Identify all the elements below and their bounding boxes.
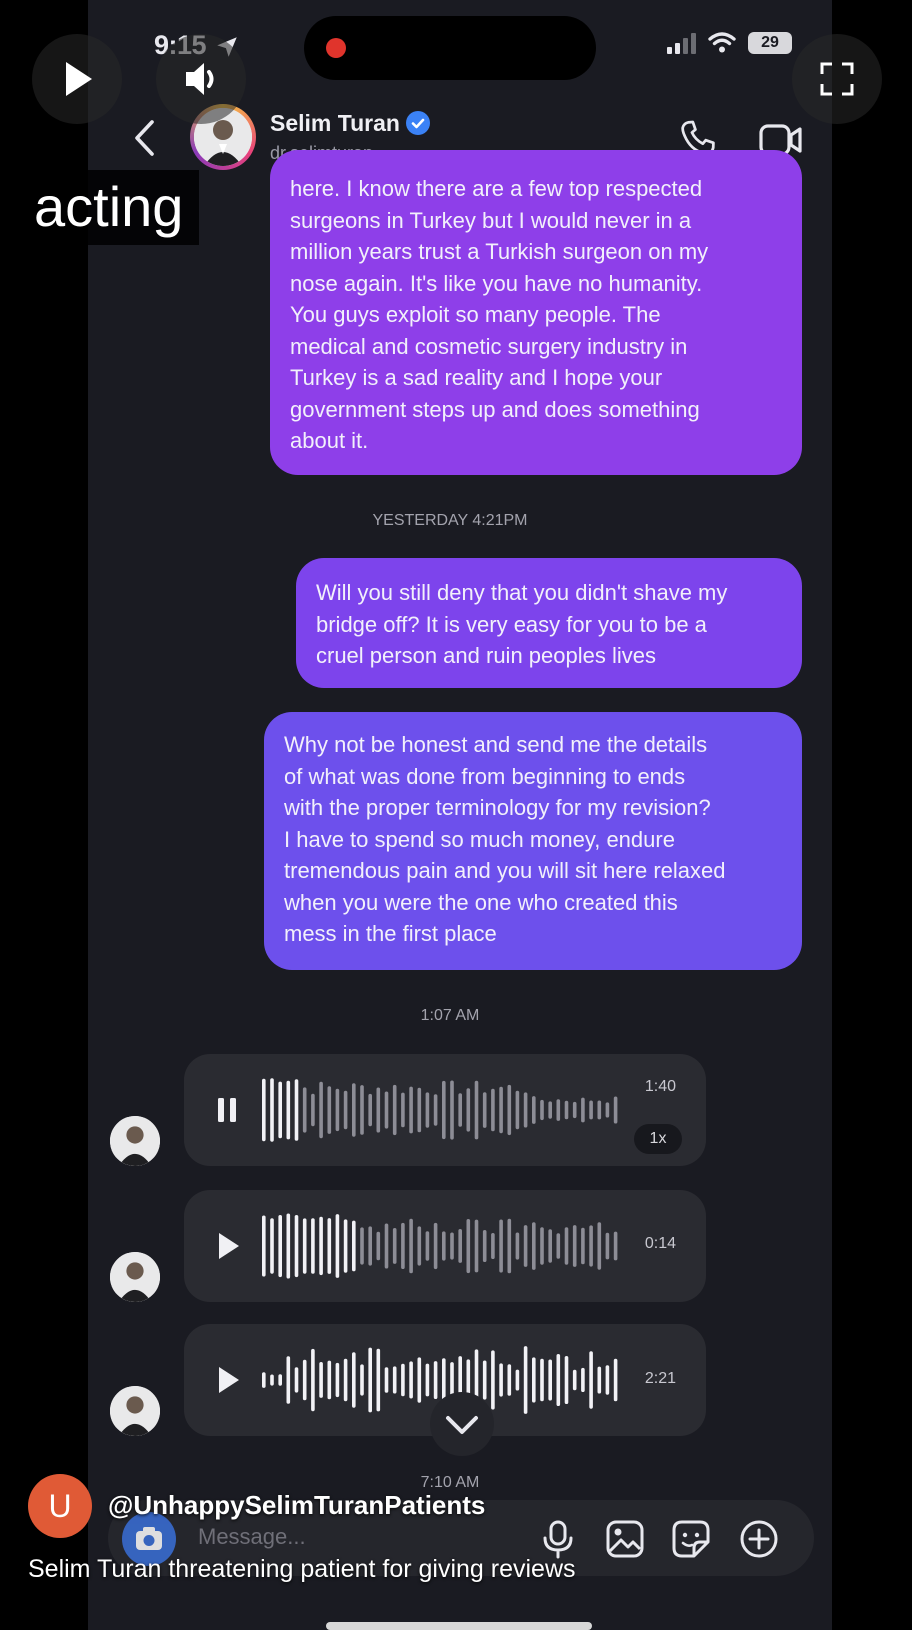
- playback-speed-button[interactable]: 1x: [634, 1124, 682, 1154]
- message-line: You guys exploit so many people. The: [290, 302, 661, 327]
- play-icon[interactable]: [212, 1228, 242, 1264]
- channel-name[interactable]: @UnhappySelimTuranPatients: [108, 1490, 485, 1521]
- voice-duration: 2:21: [644, 1370, 676, 1387]
- avatar-image: [110, 1116, 160, 1166]
- contact-name[interactable]: Selim Turan: [270, 110, 430, 137]
- dynamic-island: [304, 16, 596, 80]
- fullscreen-icon: [820, 62, 854, 96]
- timestamp: YESTERDAY 4:21PM: [372, 512, 528, 529]
- message-line: Turkey is a sad reality and I hope your: [290, 365, 663, 390]
- avatar-image: [110, 1386, 160, 1436]
- back-chevron-icon[interactable]: [132, 118, 156, 158]
- battery-indicator: 29: [748, 32, 792, 54]
- voice-message-2[interactable]: 0:14: [184, 1190, 706, 1302]
- message-line: mess in the first place: [284, 921, 497, 946]
- voice-waveform: [262, 1078, 618, 1142]
- phone-screen: 9:15 29 Selim Turan dr.seli: [88, 0, 832, 1630]
- home-indicator: [326, 1622, 592, 1630]
- scroll-to-bottom-button[interactable]: [430, 1392, 494, 1456]
- video-title[interactable]: Selim Turan threatening patient for givi…: [28, 1555, 576, 1584]
- message-line: medical and cosmetic surgery industry in: [290, 333, 688, 359]
- microphone-icon[interactable]: [538, 1518, 578, 1560]
- message-line: of what was done from beginning to ends: [284, 763, 686, 789]
- gallery-icon[interactable]: [604, 1518, 646, 1560]
- message-line: surgeons in Turkey but I would never in …: [290, 207, 692, 233]
- fullscreen-button[interactable]: [792, 34, 882, 124]
- message-line: tremendous pain and you will sit here re…: [284, 858, 726, 883]
- message-line: nose again. It's like you have no humani…: [290, 270, 703, 296]
- add-circle-icon[interactable]: [738, 1518, 780, 1560]
- play-icon[interactable]: [212, 1362, 242, 1398]
- message-line: about it.: [290, 428, 369, 453]
- message-line: with the proper terminology for my revis…: [284, 795, 711, 820]
- voice-duration: 1:40: [644, 1078, 676, 1095]
- channel-avatar[interactable]: U: [28, 1474, 92, 1538]
- message-line: Will you still deny that you didn't shav…: [316, 580, 728, 605]
- play-icon: [66, 62, 92, 96]
- voice-message-1[interactable]: 1:40 1x: [184, 1054, 706, 1166]
- voice-waveform: [262, 1213, 618, 1279]
- message-line: when you were the one who created this: [284, 889, 678, 915]
- message-bubble-sent-1[interactable]: here. I know there are a few top respect…: [270, 150, 802, 475]
- status-icons: 29: [667, 32, 792, 54]
- sender-avatar: [110, 1386, 160, 1436]
- sender-avatar: [110, 1116, 160, 1166]
- sticker-icon[interactable]: [670, 1518, 712, 1560]
- voice-duration: 0:14: [644, 1235, 676, 1252]
- signal-icon: [667, 32, 696, 54]
- timestamp: 1:07 AM: [420, 1007, 480, 1024]
- message-line: here. I know there are a few top respect…: [290, 176, 703, 201]
- message-bubble-sent-2[interactable]: Will you still deny that you didn't shav…: [296, 558, 802, 688]
- message-line: million years trust a Turkish surgeon on…: [290, 239, 709, 264]
- avatar-image: [110, 1252, 160, 1302]
- recording-dot: [326, 38, 346, 58]
- play-button[interactable]: [32, 34, 122, 124]
- message-line: I have to spend so much money, endure: [284, 826, 675, 852]
- volume-button[interactable]: [156, 34, 246, 124]
- contact-name-text: Selim Turan: [270, 110, 400, 136]
- message-bubble-sent-3[interactable]: Why not be honest and send me the detail…: [264, 712, 802, 970]
- message-line: government steps up and does something: [290, 396, 700, 422]
- message-input[interactable]: Message...: [198, 1524, 306, 1550]
- pause-icon[interactable]: [212, 1092, 242, 1128]
- wifi-icon: [708, 32, 736, 53]
- sender-avatar: [110, 1252, 160, 1302]
- verified-badge-icon: [405, 111, 430, 135]
- message-line: cruel person and ruin peoples lives: [316, 643, 656, 668]
- message-line: bridge off? It is very easy for you to b…: [316, 611, 707, 637]
- volume-icon: [186, 63, 214, 95]
- caption-label: acting: [18, 170, 200, 245]
- message-line: Why not be honest and send me the detail…: [284, 732, 708, 757]
- chevron-down-icon: [446, 1416, 478, 1434]
